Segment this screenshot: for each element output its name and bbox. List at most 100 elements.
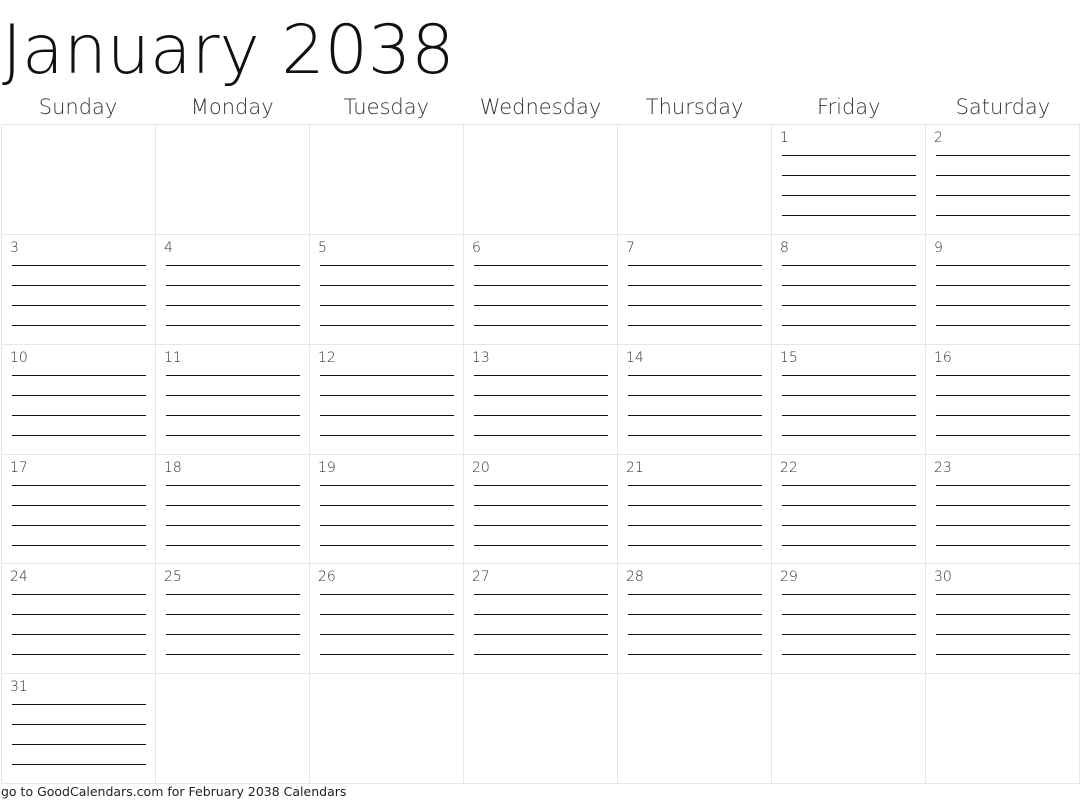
writing-line [12, 704, 146, 706]
day-cell-13: 13 [464, 344, 618, 455]
writing-line [782, 654, 916, 656]
day-cell-31: 31 [2, 674, 156, 784]
day-cell-14: 14 [618, 344, 772, 455]
writing-line [628, 524, 762, 526]
writing-line [12, 764, 146, 766]
day-number: 21 [626, 459, 644, 476]
day-cell-7: 7 [618, 234, 772, 345]
empty-cell [310, 674, 464, 784]
weekday-sunday: Sunday [38, 95, 118, 119]
writing-line [320, 304, 454, 306]
weekday-saturday: Saturday [955, 95, 1051, 119]
writing-line [474, 504, 608, 506]
writing-line [628, 264, 762, 266]
writing-line [12, 614, 146, 616]
writing-line [12, 304, 146, 306]
weekday-header: Sunday Monday Tuesday Wednesday Thursday Frid… [1, 92, 1080, 124]
writing-line [12, 264, 146, 266]
empty-cell [2, 125, 156, 235]
day-number: 13 [472, 349, 490, 366]
writing-line [474, 654, 608, 656]
writing-line [166, 544, 300, 546]
day-cell-6: 6 [464, 234, 618, 345]
day-number: 7 [626, 239, 635, 256]
writing-line [782, 594, 916, 596]
day-number: 16 [934, 349, 952, 366]
day-number: 2 [934, 130, 943, 146]
writing-line [936, 524, 1070, 526]
writing-line [474, 394, 608, 396]
writing-line [12, 634, 146, 636]
day-number: 11 [164, 349, 182, 366]
writing-line [628, 284, 762, 286]
day-cell-18: 18 [156, 454, 310, 565]
writing-line [782, 195, 916, 196]
writing-line [474, 284, 608, 286]
weekday-friday: Friday [816, 95, 881, 119]
writing-line [782, 264, 916, 266]
day-number: 8 [780, 239, 789, 256]
day-cell-16: 16 [926, 344, 1080, 455]
day-cell-4: 4 [156, 234, 310, 345]
day-number: 5 [318, 239, 327, 256]
empty-cell [618, 674, 772, 784]
calendar-title: January 2038 [2, 11, 455, 90]
footer-link[interactable]: go to GoodCalendars.com for February 203… [1, 784, 346, 800]
day-cell-12: 12 [310, 344, 464, 455]
day-cell-23: 23 [926, 454, 1080, 565]
writing-line [320, 614, 454, 616]
day-number: 26 [318, 569, 336, 586]
writing-line [166, 484, 300, 486]
writing-line [320, 654, 454, 656]
writing-line [12, 594, 146, 596]
writing-line [628, 544, 762, 546]
writing-line [166, 394, 300, 396]
day-cell-29: 29 [772, 564, 926, 675]
writing-line [936, 414, 1070, 416]
writing-line [320, 324, 454, 326]
writing-line [936, 394, 1070, 396]
writing-line [12, 524, 146, 526]
writing-line [474, 594, 608, 596]
day-number: 12 [318, 349, 336, 366]
day-number: 27 [472, 569, 490, 586]
day-number: 18 [164, 459, 182, 476]
weekday-monday: Monday [190, 95, 274, 119]
empty-cell [156, 125, 310, 235]
writing-line [628, 414, 762, 416]
writing-line [782, 175, 916, 176]
writing-line [782, 614, 916, 616]
writing-line [474, 264, 608, 266]
writing-line [320, 484, 454, 486]
empty-cell [772, 674, 926, 784]
writing-line [320, 414, 454, 416]
writing-line [936, 374, 1070, 376]
weekday-wednesday: Wednesday [479, 95, 602, 119]
writing-line [320, 504, 454, 506]
writing-line [474, 634, 608, 636]
writing-line [320, 264, 454, 266]
writing-line [474, 484, 608, 486]
writing-line [782, 524, 916, 526]
day-cell-21: 21 [618, 454, 772, 565]
writing-line [936, 324, 1070, 326]
writing-line [782, 434, 916, 436]
day-number: 4 [164, 239, 173, 256]
day-cell-10: 10 [2, 344, 156, 455]
writing-line [320, 524, 454, 526]
writing-line [320, 374, 454, 376]
writing-line [782, 504, 916, 506]
day-cell-27: 27 [464, 564, 618, 675]
day-number: 17 [10, 459, 28, 476]
writing-line [628, 324, 762, 326]
day-number: 29 [780, 569, 798, 586]
writing-line [936, 155, 1070, 156]
day-number: 10 [10, 349, 28, 366]
writing-line [936, 434, 1070, 436]
writing-line [474, 434, 608, 436]
writing-line [936, 594, 1070, 596]
writing-line [782, 304, 916, 306]
writing-line [628, 394, 762, 396]
day-cell-28: 28 [618, 564, 772, 675]
writing-line [12, 434, 146, 436]
